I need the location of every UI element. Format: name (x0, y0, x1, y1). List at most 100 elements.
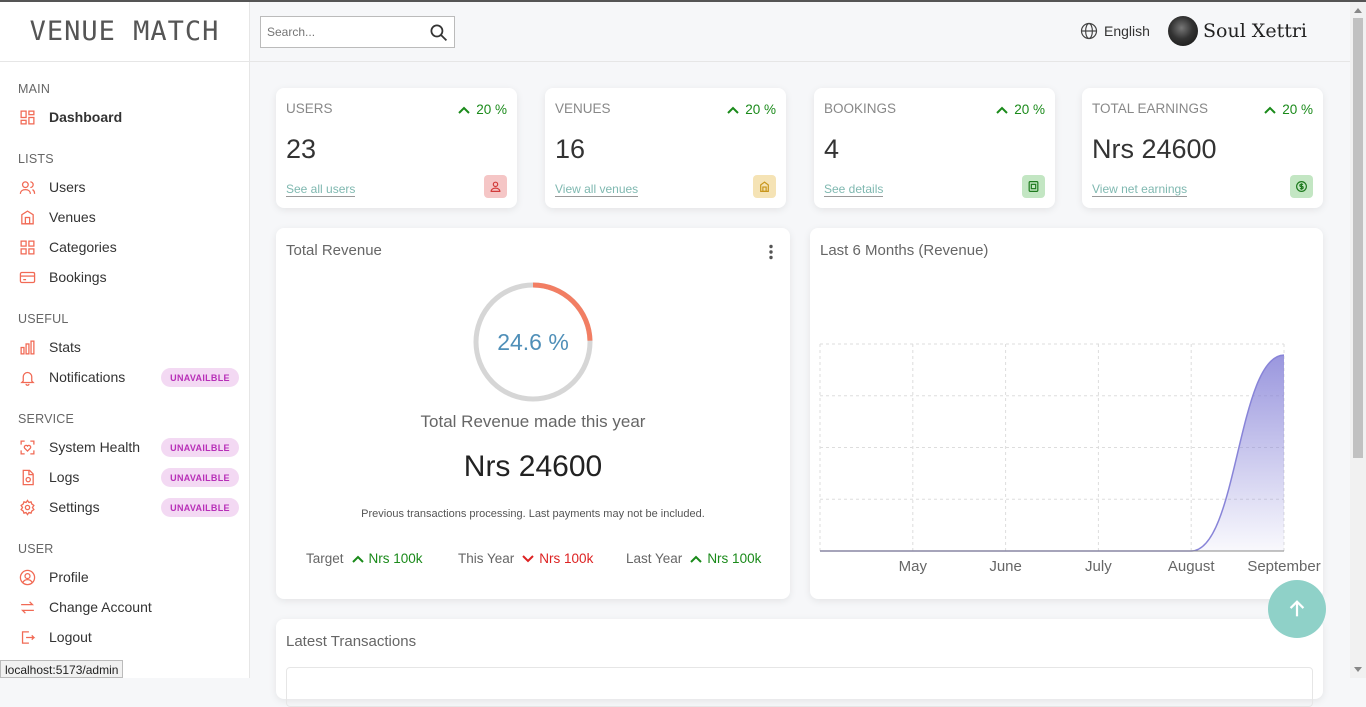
user-menu[interactable]: Soul Xettri (1168, 16, 1307, 46)
widget-venues: VENUES 20 % 16 View all venues (545, 88, 786, 208)
brand-logo[interactable]: VENUE MATCH (0, 2, 249, 62)
summary-item: Last Year Nrs 100k (626, 551, 761, 566)
search-icon[interactable] (429, 23, 448, 47)
sidebar-item-stats[interactable]: Stats (0, 332, 249, 362)
latest-transactions-panel: Latest Transactions (276, 619, 1323, 699)
sidebar-nav: MAIN DashboardLISTS Users Venues Categor… (0, 82, 249, 652)
featured-note: Previous transactions processing. Last p… (276, 508, 790, 520)
building-icon (753, 175, 776, 198)
user-icon (484, 175, 507, 198)
sidebar-item-label: Settings (49, 499, 100, 515)
summary-label: Target (306, 551, 344, 566)
dashboard-icon (18, 108, 36, 126)
widget-link[interactable]: View all venues (555, 182, 638, 197)
sidebar-item-system-health[interactable]: System Health UNAVAILBLE (0, 432, 249, 462)
summary-item: This Year Nrs 100k (458, 551, 593, 566)
sidebar-item-label: Notifications (49, 369, 125, 385)
language-label: English (1104, 23, 1150, 39)
sidebar-item-logout[interactable]: Logout (0, 622, 249, 652)
chart-tick-label: September (1247, 558, 1320, 575)
avatar[interactable] (1168, 16, 1198, 46)
summary-value: Nrs 100k (522, 551, 593, 566)
venue-icon (18, 208, 36, 226)
scroll-thumb[interactable] (1353, 18, 1363, 458)
widget-percentage: 20 % (996, 102, 1045, 117)
sidebar-item-label: Change Account (49, 599, 152, 615)
page-scrollbar[interactable] (1350, 2, 1366, 678)
widget-link[interactable]: See details (824, 182, 883, 197)
summary-value: Nrs 100k (352, 551, 423, 566)
sidebar-item-label: Bookings (49, 269, 107, 285)
sidebar-item-dashboard[interactable]: Dashboard (0, 102, 249, 132)
more-vert-icon[interactable] (768, 244, 774, 265)
widget-link[interactable]: See all users (286, 182, 355, 197)
sidebar-item-venues[interactable]: Venues (0, 202, 249, 232)
health-icon (18, 438, 36, 456)
progress-label: 24.6 % (472, 281, 594, 403)
sidebar-item-label: Dashboard (49, 109, 122, 125)
widget-value: Nrs 24600 (1092, 134, 1217, 165)
widget-link[interactable]: View net earnings (1092, 182, 1187, 197)
sidebar-item-label: Users (49, 179, 86, 195)
summary-value: Nrs 100k (690, 551, 761, 566)
username: Soul Xettri (1203, 20, 1307, 42)
chart-tick-label: June (989, 558, 1022, 575)
sidebar-item-label: Profile (49, 569, 89, 585)
status-badge: UNAVAILBLE (161, 368, 239, 387)
search-input[interactable] (261, 25, 421, 39)
arrow-up-icon (1286, 598, 1308, 620)
chart-area-fill (820, 355, 1284, 551)
top-navbar: English Soul Xettri (250, 2, 1350, 62)
language-selector[interactable]: English (1080, 22, 1150, 40)
users-icon (18, 178, 36, 196)
sidebar-section-title: USEFUL (18, 312, 249, 326)
money-icon (1290, 175, 1313, 198)
sidebar-item-label: Logs (49, 469, 79, 485)
widget-total-earnings: TOTAL EARNINGS 20 % Nrs 24600 View net e… (1082, 88, 1323, 208)
swap-icon (18, 598, 36, 616)
booking-icon (1022, 175, 1045, 198)
featured-subtitle: Total Revenue made this year (276, 412, 790, 432)
summary-label: This Year (458, 551, 514, 566)
summary-amount: Nrs 100k (707, 551, 761, 566)
bell-icon (18, 368, 36, 386)
sidebar: VENUE MATCH MAIN DashboardLISTS Users Ve… (0, 2, 250, 678)
chart-tick-label: August (1168, 558, 1216, 575)
scroll-down-arrow[interactable] (1354, 667, 1362, 672)
arrow-down-icon (522, 555, 534, 563)
widget-percentage: 20 % (458, 102, 507, 117)
widget-title: USERS (286, 101, 333, 116)
sidebar-item-label: Logout (49, 629, 92, 645)
gear-icon (18, 498, 36, 516)
summary-item: Target Nrs 100k (306, 551, 423, 566)
sidebar-item-change-account[interactable]: Change Account (0, 592, 249, 622)
sidebar-item-settings[interactable]: SettingsUNAVAILBLE (0, 492, 249, 522)
status-badge: UNAVAILBLE (161, 438, 239, 457)
scroll-top-button[interactable] (1268, 580, 1326, 638)
sidebar-item-categories[interactable]: Categories (0, 232, 249, 262)
sidebar-item-bookings[interactable]: Bookings (0, 262, 249, 292)
summary-amount: Nrs 100k (539, 551, 593, 566)
widget-percent-value: 20 % (476, 102, 507, 117)
sidebar-item-profile[interactable]: Profile (0, 562, 249, 592)
sidebar-item-label: System Health (49, 439, 140, 455)
widget-percent-value: 20 % (745, 102, 776, 117)
widget-title: TOTAL EARNINGS (1092, 101, 1208, 116)
widget-value: 4 (824, 134, 839, 165)
sidebar-item-users[interactable]: Users (0, 172, 249, 202)
sidebar-section-title: USER (18, 542, 249, 556)
revenue-chart-panel: Last 6 Months (Revenue) MayJuneJulyAugus… (810, 228, 1323, 599)
widget-bookings: BOOKINGS 20 % 4 See details (814, 88, 1055, 208)
summary-label: Last Year (626, 551, 682, 566)
globe-icon (1080, 22, 1098, 40)
featured-amount: Nrs 24600 (276, 450, 790, 484)
scroll-up-arrow[interactable] (1354, 8, 1362, 13)
sidebar-section-title: MAIN (18, 82, 249, 96)
arrow-up-icon (996, 106, 1008, 114)
widget-title: VENUES (555, 101, 611, 116)
chart-tick-label: May (899, 558, 928, 575)
sidebar-item-logs[interactable]: LogsUNAVAILBLE (0, 462, 249, 492)
sidebar-item-notifications[interactable]: Notifications UNAVAILBLE (0, 362, 249, 392)
featured-title: Total Revenue (286, 242, 382, 259)
widget-users: USERS 20 % 23 See all users (276, 88, 517, 208)
